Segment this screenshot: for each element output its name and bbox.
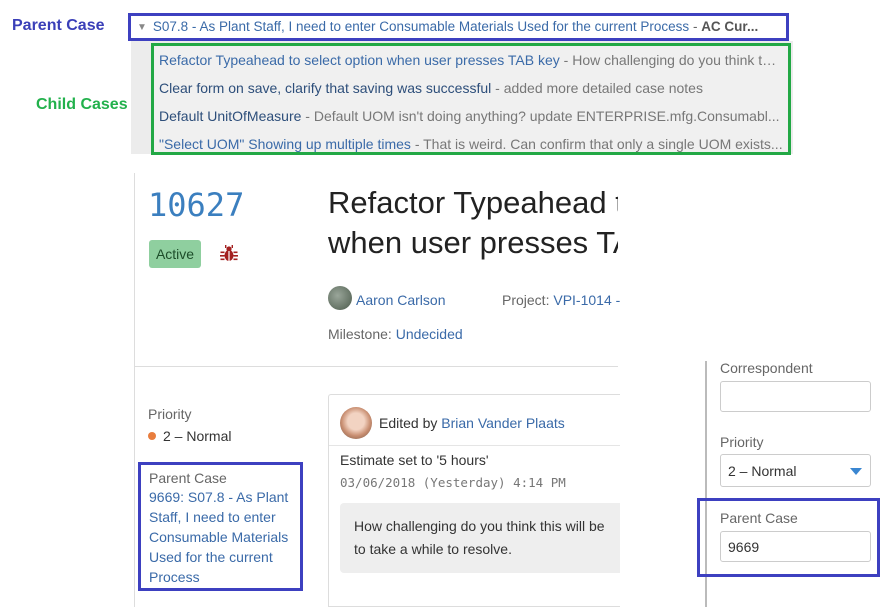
- event-divider: [329, 445, 620, 446]
- chevron-down-icon[interactable]: [850, 468, 862, 475]
- child-case-item[interactable]: Default UnitOfMeasure - Default UOM isn'…: [159, 105, 783, 133]
- child-case-title[interactable]: Refactor Typeahead to select option when…: [159, 52, 560, 68]
- child-case-note: - added more detailed case notes: [491, 80, 703, 96]
- child-case-title[interactable]: "Select UOM" Showing up multiple times: [159, 136, 411, 152]
- parent-case-bar[interactable]: ▼ S07.8 - As Plant Staff, I need to enter…: [128, 13, 789, 41]
- milestone-link[interactable]: Undecided: [396, 326, 463, 342]
- parent-case-edit-field: Parent Case 9669: [697, 498, 880, 577]
- editor-link[interactable]: Brian Vander Plaats: [441, 415, 564, 431]
- parent-case-input[interactable]: 9669: [720, 531, 871, 562]
- child-case-item[interactable]: Refactor Typeahead to select option when…: [159, 49, 783, 77]
- priority-select-label: Priority: [720, 434, 764, 450]
- parent-case-title[interactable]: S07.8 - As Plant Staff, I need to enter …: [153, 19, 689, 34]
- edited-by-prefix: Edited by: [379, 415, 442, 431]
- case-title-clip: Refactor Typeahead to select option when…: [328, 180, 618, 280]
- editor-avatar: [340, 407, 372, 439]
- case-title: Refactor Typeahead to select option when…: [328, 185, 618, 260]
- child-case-note: - That is weird. Can confirm that only a…: [410, 136, 783, 152]
- child-case-item[interactable]: "Select UOM" Showing up multiple times -…: [159, 133, 783, 152]
- correspondent-input[interactable]: [720, 381, 871, 412]
- owner-link[interactable]: Aaron Carlson: [356, 292, 446, 308]
- child-case-note: - How challenging do you think thi...: [559, 52, 783, 68]
- child-case-item[interactable]: Clear form on save, clarify that saving …: [159, 77, 783, 105]
- milestone-label: Milestone:: [328, 326, 396, 342]
- event-note: How challenging do you think this will b…: [340, 503, 620, 573]
- header-divider: [134, 366, 618, 367]
- project-label: Project:: [502, 292, 554, 308]
- child-cases-list: Refactor Typeahead to select option when…: [151, 43, 791, 155]
- bug-icon: [220, 245, 238, 261]
- parent-case-link[interactable]: 9669: S07.8 - As Plant Staff, I need to …: [149, 487, 292, 587]
- case-number: 10627: [148, 186, 245, 224]
- milestone-field: Milestone: Undecided: [328, 326, 463, 342]
- parent-case-edit-label: Parent Case: [720, 510, 798, 526]
- parent-case-project: AC Cur...: [701, 19, 759, 34]
- priority-dot: [148, 432, 156, 440]
- parent-case-link-line[interactable]: Staff, I need to enter: [149, 507, 292, 527]
- event-note-line: to take a while to resolve.: [354, 541, 512, 557]
- project-field: Project: VPI-1014 -: [502, 292, 620, 308]
- status-badge: Active: [149, 240, 201, 268]
- parent-case-link-line[interactable]: 9669: S07.8 - As Plant: [149, 487, 292, 507]
- project-link[interactable]: VPI-1014 -: [553, 292, 620, 308]
- child-cases-annotation: Child Cases: [36, 96, 128, 113]
- event-date: 03/06/2018 (Yesterday) 4:14 PM: [340, 475, 566, 490]
- parent-case-link-line[interactable]: Process: [149, 567, 292, 587]
- child-case-title[interactable]: Clear form on save, clarify that saving …: [159, 80, 491, 96]
- priority-text: 2 – Normal: [163, 428, 232, 444]
- parent-case-field: Parent Case 9669: S07.8 - As Plant Staff…: [138, 462, 303, 591]
- priority-select[interactable]: 2 – Normal: [720, 454, 871, 487]
- content-left-divider: [134, 173, 135, 607]
- parent-case-separator: -: [689, 19, 702, 34]
- child-case-title[interactable]: Default UnitOfMeasure: [159, 108, 301, 124]
- priority-value: 2 – Normal: [148, 428, 231, 444]
- parent-case-link-line[interactable]: Used for the current: [149, 547, 292, 567]
- owner-avatar: [328, 286, 352, 310]
- event-header: Edited by Brian Vander Plaats: [379, 415, 565, 431]
- event-note-line: How challenging do you think this will b…: [354, 518, 605, 534]
- parent-case-label: Parent Case: [149, 470, 227, 486]
- parent-case-link-line[interactable]: Consumable Materials: [149, 527, 292, 547]
- case-event: Edited by Brian Vander Plaats Estimate s…: [328, 394, 620, 607]
- child-case-note: - Default UOM isn't doing anything? upda…: [301, 108, 780, 124]
- caret-down-icon[interactable]: ▼: [137, 22, 147, 33]
- parent-case-annotation: Parent Case: [12, 17, 105, 34]
- priority-select-value: 2 – Normal: [728, 463, 797, 479]
- event-change-text: Estimate set to '5 hours': [340, 452, 489, 468]
- correspondent-label: Correspondent: [720, 360, 813, 376]
- priority-label: Priority: [148, 406, 192, 422]
